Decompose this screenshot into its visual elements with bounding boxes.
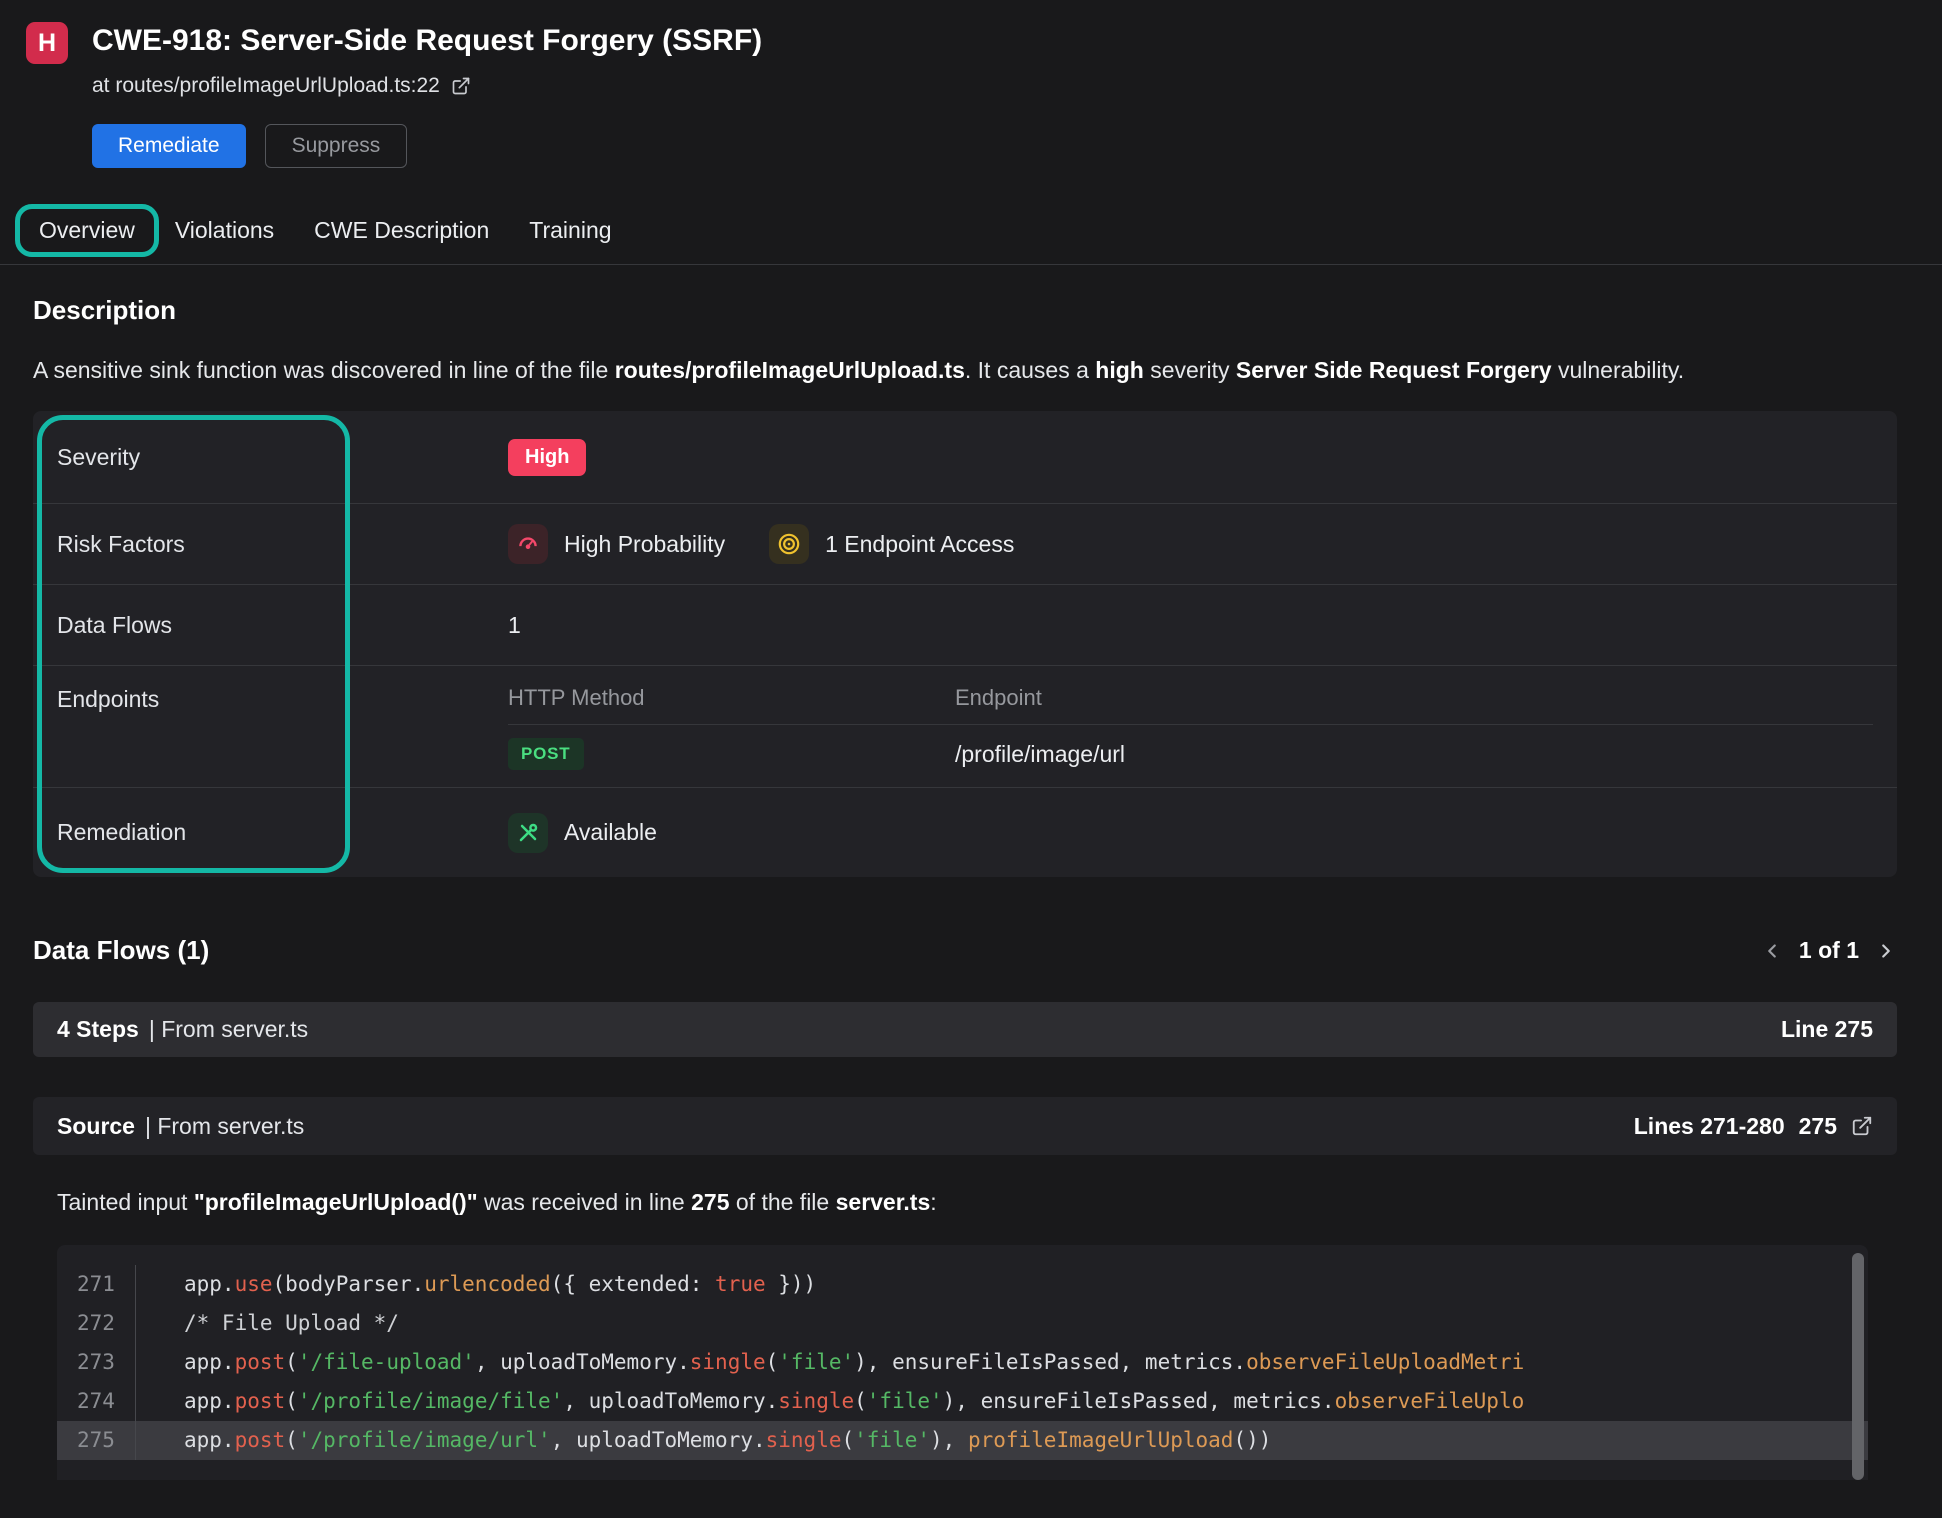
remediation-row: Remediation Available <box>33 788 1897 877</box>
remediation-status: Available <box>564 819 657 846</box>
code-lines: 271app.use(bodyParser.urlencoded({ exten… <box>57 1265 1868 1460</box>
severity-high-badge: High <box>508 439 586 476</box>
tab-bar: Overview Violations CWE Description Trai… <box>0 204 1942 256</box>
code-line-273: 273app.post('/file-upload', uploadToMemo… <box>57 1343 1868 1382</box>
page-title: CWE-918: Server-Side Request Forgery (SS… <box>92 20 762 62</box>
data-flows-heading: Data Flows (1) <box>33 935 209 966</box>
steps-count: 4 Steps <box>57 1016 139 1043</box>
risk-factors-label: Risk Factors <box>33 531 508 558</box>
details-panel: Severity High Risk Factors High Probabil… <box>33 411 1897 877</box>
post-method-badge: POST <box>508 738 584 770</box>
risk-factor-probability: High Probability <box>508 524 725 564</box>
file-location: at routes/profileImageUrlUpload.ts:22 <box>92 74 440 98</box>
description-heading: Description <box>33 295 1897 326</box>
source-code-viewer: 271app.use(bodyParser.urlencoded({ exten… <box>57 1245 1868 1480</box>
endpoint-header: Endpoint <box>955 685 1042 711</box>
external-link-icon[interactable] <box>451 76 471 96</box>
tab-violations[interactable]: Violations <box>173 215 276 246</box>
tab-divider <box>0 264 1942 265</box>
steps-bar[interactable]: 4 Steps | From server.ts Line 275 <box>33 1002 1897 1057</box>
risk-factors-row: Risk Factors High Probability 1 Endpoint… <box>33 504 1897 585</box>
remediate-button[interactable]: Remediate <box>92 124 246 168</box>
source-file: | From server.ts <box>145 1113 304 1140</box>
tab-training-label: Training <box>529 217 611 243</box>
source-title: Source <box>57 1113 135 1140</box>
tab-training[interactable]: Training <box>527 215 613 246</box>
data-flow-pagination: 1 of 1 <box>1761 937 1897 964</box>
external-link-icon[interactable] <box>1851 1115 1873 1137</box>
risk-factor-label: High Probability <box>564 531 725 558</box>
main-content: Description A sensitive sink function wa… <box>0 295 1942 1480</box>
data-flows-row: Data Flows 1 <box>33 585 1897 666</box>
probability-gauge-icon <box>508 524 548 564</box>
code-line-272: 272/* File Upload */ <box>57 1304 1868 1343</box>
severity-high-icon: H <box>26 22 68 64</box>
tab-cwe-description-label: CWE Description <box>314 217 489 243</box>
risk-factor-endpoint-access: 1 Endpoint Access <box>769 524 1014 564</box>
source-current-line: 275 <box>1799 1113 1837 1140</box>
endpoints-row: Endpoints HTTP Method Endpoint POST /pro… <box>33 666 1897 788</box>
endpoints-header-divider <box>508 724 1873 725</box>
source-bar[interactable]: Source | From server.ts Lines 271-280 27… <box>33 1097 1897 1155</box>
data-flows-label: Data Flows <box>33 612 508 639</box>
code-line-274: 274app.post('/profile/image/file', uploa… <box>57 1382 1868 1421</box>
suppress-button[interactable]: Suppress <box>265 124 408 168</box>
code-line-275: 275app.post('/profile/image/url', upload… <box>57 1421 1868 1460</box>
steps-source: | From server.ts <box>149 1016 308 1043</box>
tab-overview[interactable]: Overview <box>37 215 137 246</box>
tab-violations-label: Violations <box>175 217 274 243</box>
source-lines-range: Lines 271-280 <box>1634 1113 1785 1140</box>
finding-header: H CWE-918: Server-Side Request Forgery (… <box>0 0 1942 168</box>
code-line-271: 271app.use(bodyParser.urlencoded({ exten… <box>57 1265 1868 1304</box>
severity-label: Severity <box>33 444 508 471</box>
chevron-right-icon[interactable] <box>1875 940 1897 962</box>
risk-factor-label: 1 Endpoint Access <box>825 531 1014 558</box>
remediation-label: Remediation <box>33 819 508 846</box>
tainted-input-text: Tainted input "profileImageUrlUpload()" … <box>33 1189 1897 1216</box>
description-text: A sensitive sink function was discovered… <box>33 349 1897 391</box>
severity-row: Severity High <box>33 411 1897 504</box>
endpoints-label: Endpoints <box>33 666 508 713</box>
tools-icon <box>508 813 548 853</box>
http-method-header: HTTP Method <box>508 685 955 711</box>
tab-cwe-description[interactable]: CWE Description <box>312 215 491 246</box>
chevron-left-icon[interactable] <box>1761 940 1783 962</box>
code-scrollbar-thumb[interactable] <box>1852 1253 1864 1480</box>
data-flows-count: 1 <box>508 612 521 639</box>
target-icon <box>769 524 809 564</box>
tab-overview-label: Overview <box>39 217 135 243</box>
pagination-label: 1 of 1 <box>1799 937 1859 964</box>
endpoint-path: /profile/image/url <box>955 741 1125 768</box>
steps-line: Line 275 <box>1781 1016 1873 1043</box>
